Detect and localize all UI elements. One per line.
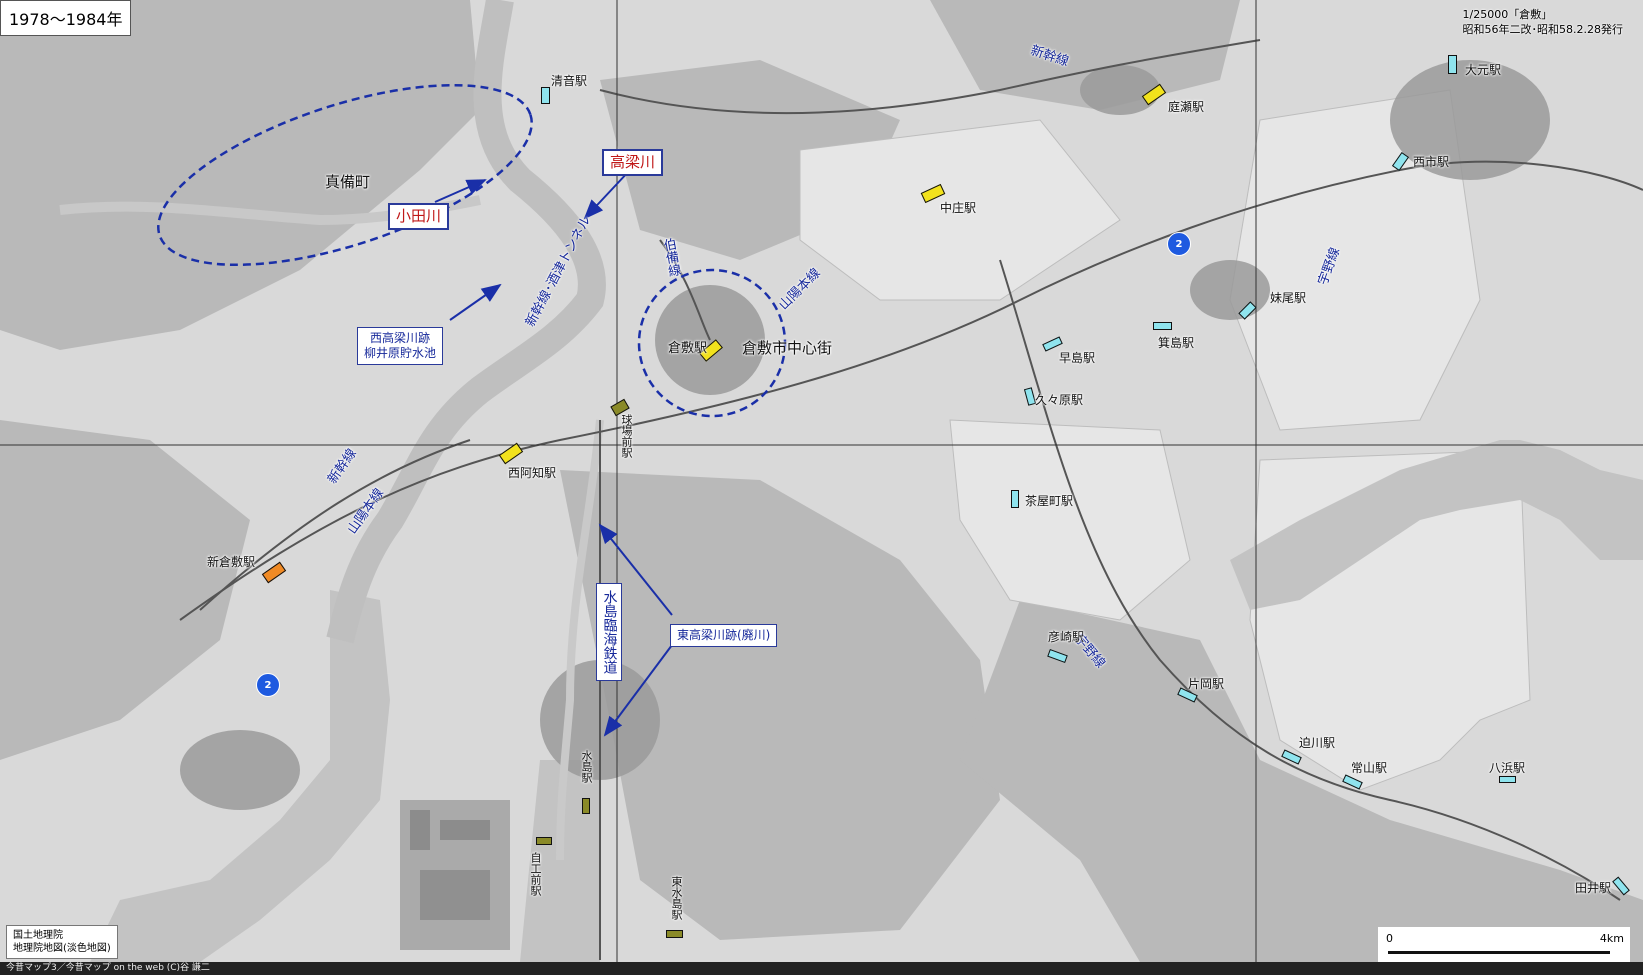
callout-odagawa: 小田川 (388, 203, 450, 230)
callout-nishi-takahashi-line1: 西高梁川跡 (370, 331, 431, 345)
callout-nishi-takahashi: 西高梁川跡 柳井原貯水池 (357, 327, 444, 365)
station-marker-mishima (1153, 322, 1172, 330)
station-label-sakokawa: 迫川駅 (1299, 736, 1336, 750)
station-marker-hachihama (1499, 776, 1516, 783)
attribution: 国土地理院 地理院地図(淡色地図) (6, 925, 118, 959)
station-label-kurashiki: 倉敷駅 (668, 341, 708, 356)
station-label-niwase: 庭瀬駅 (1168, 100, 1205, 114)
station-label-tsuneyama: 常山駅 (1351, 761, 1388, 775)
station-label-seno: 妹尾駅 (1270, 291, 1307, 305)
source-note-line2: 昭和56年二改･昭和58.2.28発行 (1462, 22, 1623, 36)
footer-credit: 今昔マップ3／今昔マップ on the web (C)谷 謙二 (0, 962, 1643, 975)
station-marker-omoto (1448, 55, 1457, 74)
station-label-nishiachi: 西阿知駅 (508, 466, 557, 480)
station-label-kataoka: 片岡駅 (1188, 677, 1225, 691)
station-marker-higashi-mizushima (666, 930, 683, 938)
attribution-line1: 国土地理院 (13, 930, 63, 941)
topographic-map[interactable] (0, 0, 1643, 975)
area-label-mabi: 真備町 (325, 173, 371, 191)
source-note: 1/25000「倉敷」 昭和56年二改･昭和58.2.28発行 (1463, 8, 1623, 38)
callout-mizushima-rinkai: 水島臨海鉄道 (596, 583, 622, 681)
station-marker-mizushima (582, 798, 590, 814)
scale-end-label: 4km (1599, 932, 1624, 945)
station-label-omoto: 大元駅 (1465, 63, 1502, 77)
callout-higashi-takahashi: 東高梁川跡(廃川) (670, 624, 778, 647)
callout-takahashigawa: 高梁川 (602, 149, 664, 176)
station-label-mitsubishi-jikomae: 自工前駅 (529, 852, 542, 896)
industrial-area (400, 800, 510, 950)
station-label-nakasho: 中庄駅 (940, 201, 977, 215)
area-label-kurashiki-center: 倉敷市中心街 (742, 339, 833, 357)
route-2-marker-west: 2 (256, 673, 280, 697)
station-label-kiyone: 清音駅 (551, 74, 588, 88)
station-marker-kiyone (541, 87, 550, 104)
callout-nishi-takahashi-line2: 柳井原貯水池 (364, 346, 437, 360)
station-marker-chayamachi (1011, 490, 1019, 508)
station-marker-mitsubishi-jikomae (536, 837, 552, 845)
station-label-hachihama: 八浜駅 (1489, 761, 1526, 775)
station-label-hayashima: 早島駅 (1059, 351, 1096, 365)
scale-start-label: 0 (1386, 932, 1393, 945)
station-label-mishima: 箕島駅 (1158, 336, 1195, 350)
station-label-nishiichi: 西市駅 (1413, 155, 1450, 169)
station-label-chayamachi: 茶屋町駅 (1025, 494, 1074, 508)
route-2-marker-east: 2 (1167, 232, 1191, 256)
station-label-kyujomae: 球場前駅 (620, 414, 633, 458)
period-label: 1978〜1984年 (0, 0, 132, 36)
station-label-hiezaki: 彦崎駅 (1048, 630, 1085, 644)
station-label-mizushima: 水島駅 (580, 750, 593, 783)
attribution-line2: 地理院地図(淡色地図) (13, 943, 111, 954)
source-note-line1: 1/25000「倉敷」 (1462, 8, 1553, 21)
scale-bar-line (1388, 951, 1610, 954)
station-label-tai: 田井駅 (1575, 881, 1612, 895)
station-label-shinkurashiki: 新倉敷駅 (207, 555, 256, 569)
station-label-higashi-mizushima: 東水島駅 (670, 876, 683, 920)
station-label-kukuhara: 久々原駅 (1035, 393, 1084, 407)
